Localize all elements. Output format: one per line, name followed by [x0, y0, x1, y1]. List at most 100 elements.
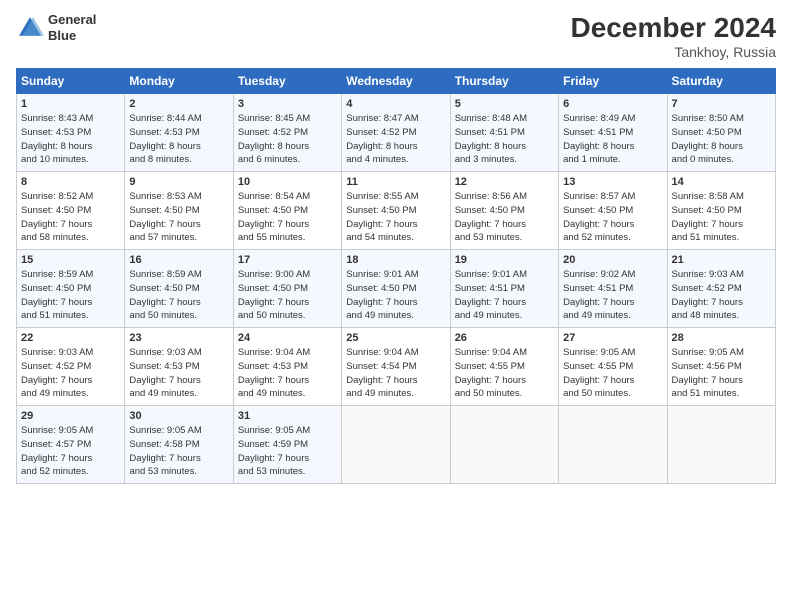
- day-info: Sunrise: 8:58 AM Sunset: 4:50 PM Dayligh…: [672, 190, 771, 245]
- day-number: 5: [455, 98, 554, 110]
- day-number: 14: [672, 176, 771, 188]
- col-header-tuesday: Tuesday: [233, 69, 341, 94]
- day-cell: 10 Sunrise: 8:54 AM Sunset: 4:50 PM Dayli…: [233, 172, 341, 250]
- day-cell: 1 Sunrise: 8:43 AM Sunset: 4:53 PM Daylig…: [17, 94, 125, 172]
- week-row-5: 29Sunrise: 9:05 AM Sunset: 4:57 PM Dayli…: [17, 406, 776, 484]
- day-number: 30: [129, 410, 228, 422]
- title-block: December 2024 Tankhoy, Russia: [571, 12, 776, 60]
- day-number: 31: [238, 410, 337, 422]
- day-info: Sunrise: 8:53 AM Sunset: 4:50 PM Dayligh…: [129, 190, 228, 245]
- day-cell: 28 Sunrise: 9:05 AM Sunset: 4:56 PM Dayli…: [667, 328, 775, 406]
- day-cell: 31 Sunrise: 9:05 AM Sunset: 4:59 PM Dayli…: [233, 406, 341, 484]
- day-number: 25: [346, 332, 445, 344]
- calendar-table: SundayMondayTuesdayWednesdayThursdayFrid…: [16, 68, 776, 484]
- day-info: Sunrise: 8:54 AM Sunset: 4:50 PM Dayligh…: [238, 190, 337, 245]
- day-cell: 6Sunrise: 8:49 AM Sunset: 4:51 PM Daylig…: [559, 94, 667, 172]
- day-cell: 13 Sunrise: 8:57 AM Sunset: 4:50 PM Dayli…: [559, 172, 667, 250]
- logo-text: General Blue: [48, 12, 96, 43]
- day-number: 22: [21, 332, 120, 344]
- day-number: 9: [129, 176, 228, 188]
- day-number: 26: [455, 332, 554, 344]
- day-cell: 29Sunrise: 9:05 AM Sunset: 4:57 PM Dayli…: [17, 406, 125, 484]
- day-number: 15: [21, 254, 120, 266]
- week-row-3: 15 Sunrise: 8:59 AM Sunset: 4:50 PM Dayli…: [17, 250, 776, 328]
- day-cell: 23Sunrise: 9:03 AM Sunset: 4:53 PM Dayli…: [125, 328, 233, 406]
- day-cell: 9 Sunrise: 8:53 AM Sunset: 4:50 PM Daylig…: [125, 172, 233, 250]
- week-row-1: 1 Sunrise: 8:43 AM Sunset: 4:53 PM Daylig…: [17, 94, 776, 172]
- day-number: 8: [21, 176, 120, 188]
- col-header-wednesday: Wednesday: [342, 69, 450, 94]
- day-info: Sunrise: 9:01 AM Sunset: 4:50 PM Dayligh…: [346, 268, 445, 323]
- day-info: Sunrise: 8:55 AM Sunset: 4:50 PM Dayligh…: [346, 190, 445, 245]
- day-cell: 15 Sunrise: 8:59 AM Sunset: 4:50 PM Dayli…: [17, 250, 125, 328]
- logo-icon: [16, 14, 44, 42]
- day-cell: 22Sunrise: 9:03 AM Sunset: 4:52 PM Dayli…: [17, 328, 125, 406]
- day-info: Sunrise: 8:48 AM Sunset: 4:51 PM Dayligh…: [455, 112, 554, 167]
- day-cell: [342, 406, 450, 484]
- day-cell: 3Sunrise: 8:45 AM Sunset: 4:52 PM Daylig…: [233, 94, 341, 172]
- day-cell: 12 Sunrise: 8:56 AM Sunset: 4:50 PM Dayli…: [450, 172, 558, 250]
- day-info: Sunrise: 9:04 AM Sunset: 4:53 PM Dayligh…: [238, 346, 337, 401]
- week-row-4: 22Sunrise: 9:03 AM Sunset: 4:52 PM Dayli…: [17, 328, 776, 406]
- col-header-saturday: Saturday: [667, 69, 775, 94]
- day-info: Sunrise: 9:03 AM Sunset: 4:52 PM Dayligh…: [672, 268, 771, 323]
- day-cell: 17 Sunrise: 9:00 AM Sunset: 4:50 PM Dayli…: [233, 250, 341, 328]
- day-cell: 18 Sunrise: 9:01 AM Sunset: 4:50 PM Dayli…: [342, 250, 450, 328]
- day-info: Sunrise: 8:43 AM Sunset: 4:53 PM Dayligh…: [21, 112, 120, 167]
- col-header-friday: Friday: [559, 69, 667, 94]
- day-cell: [450, 406, 558, 484]
- location: Tankhoy, Russia: [571, 44, 776, 60]
- day-info: Sunrise: 9:05 AM Sunset: 4:59 PM Dayligh…: [238, 424, 337, 479]
- day-info: Sunrise: 8:59 AM Sunset: 4:50 PM Dayligh…: [129, 268, 228, 323]
- day-info: Sunrise: 8:45 AM Sunset: 4:52 PM Dayligh…: [238, 112, 337, 167]
- day-number: 4: [346, 98, 445, 110]
- day-number: 2: [129, 98, 228, 110]
- day-info: Sunrise: 8:47 AM Sunset: 4:52 PM Dayligh…: [346, 112, 445, 167]
- day-info: Sunrise: 9:00 AM Sunset: 4:50 PM Dayligh…: [238, 268, 337, 323]
- day-number: 11: [346, 176, 445, 188]
- day-info: Sunrise: 9:04 AM Sunset: 4:55 PM Dayligh…: [455, 346, 554, 401]
- day-cell: 30 Sunrise: 9:05 AM Sunset: 4:58 PM Dayli…: [125, 406, 233, 484]
- day-info: Sunrise: 8:57 AM Sunset: 4:50 PM Dayligh…: [563, 190, 662, 245]
- day-cell: 20Sunrise: 9:02 AM Sunset: 4:51 PM Dayli…: [559, 250, 667, 328]
- day-number: 1: [21, 98, 120, 110]
- day-number: 21: [672, 254, 771, 266]
- day-number: 18: [346, 254, 445, 266]
- day-cell: 21 Sunrise: 9:03 AM Sunset: 4:52 PM Dayli…: [667, 250, 775, 328]
- day-cell: 25Sunrise: 9:04 AM Sunset: 4:54 PM Dayli…: [342, 328, 450, 406]
- day-cell: [667, 406, 775, 484]
- col-header-monday: Monday: [125, 69, 233, 94]
- day-cell: 11 Sunrise: 8:55 AM Sunset: 4:50 PM Dayli…: [342, 172, 450, 250]
- day-cell: 14 Sunrise: 8:58 AM Sunset: 4:50 PM Dayli…: [667, 172, 775, 250]
- day-number: 23: [129, 332, 228, 344]
- day-cell: 26 Sunrise: 9:04 AM Sunset: 4:55 PM Dayli…: [450, 328, 558, 406]
- col-header-thursday: Thursday: [450, 69, 558, 94]
- day-info: Sunrise: 8:49 AM Sunset: 4:51 PM Dayligh…: [563, 112, 662, 167]
- day-info: Sunrise: 8:44 AM Sunset: 4:53 PM Dayligh…: [129, 112, 228, 167]
- day-info: Sunrise: 8:50 AM Sunset: 4:50 PM Dayligh…: [672, 112, 771, 167]
- header: General Blue December 2024 Tankhoy, Russ…: [16, 12, 776, 60]
- day-number: 13: [563, 176, 662, 188]
- day-number: 12: [455, 176, 554, 188]
- month-title: December 2024: [571, 12, 776, 44]
- day-number: 10: [238, 176, 337, 188]
- day-info: Sunrise: 9:05 AM Sunset: 4:58 PM Dayligh…: [129, 424, 228, 479]
- week-row-2: 8 Sunrise: 8:52 AM Sunset: 4:50 PM Daylig…: [17, 172, 776, 250]
- day-number: 28: [672, 332, 771, 344]
- day-number: 17: [238, 254, 337, 266]
- day-number: 29: [21, 410, 120, 422]
- day-cell: 16 Sunrise: 8:59 AM Sunset: 4:50 PM Dayli…: [125, 250, 233, 328]
- day-number: 20: [563, 254, 662, 266]
- day-cell: 2 Sunrise: 8:44 AM Sunset: 4:53 PM Daylig…: [125, 94, 233, 172]
- day-cell: 7Sunrise: 8:50 AM Sunset: 4:50 PM Daylig…: [667, 94, 775, 172]
- day-info: Sunrise: 8:59 AM Sunset: 4:50 PM Dayligh…: [21, 268, 120, 323]
- day-number: 19: [455, 254, 554, 266]
- logo: General Blue: [16, 12, 96, 43]
- day-info: Sunrise: 9:05 AM Sunset: 4:56 PM Dayligh…: [672, 346, 771, 401]
- day-cell: 19Sunrise: 9:01 AM Sunset: 4:51 PM Dayli…: [450, 250, 558, 328]
- day-cell: [559, 406, 667, 484]
- day-info: Sunrise: 8:56 AM Sunset: 4:50 PM Dayligh…: [455, 190, 554, 245]
- day-cell: 4 Sunrise: 8:47 AM Sunset: 4:52 PM Daylig…: [342, 94, 450, 172]
- day-info: Sunrise: 8:52 AM Sunset: 4:50 PM Dayligh…: [21, 190, 120, 245]
- day-number: 16: [129, 254, 228, 266]
